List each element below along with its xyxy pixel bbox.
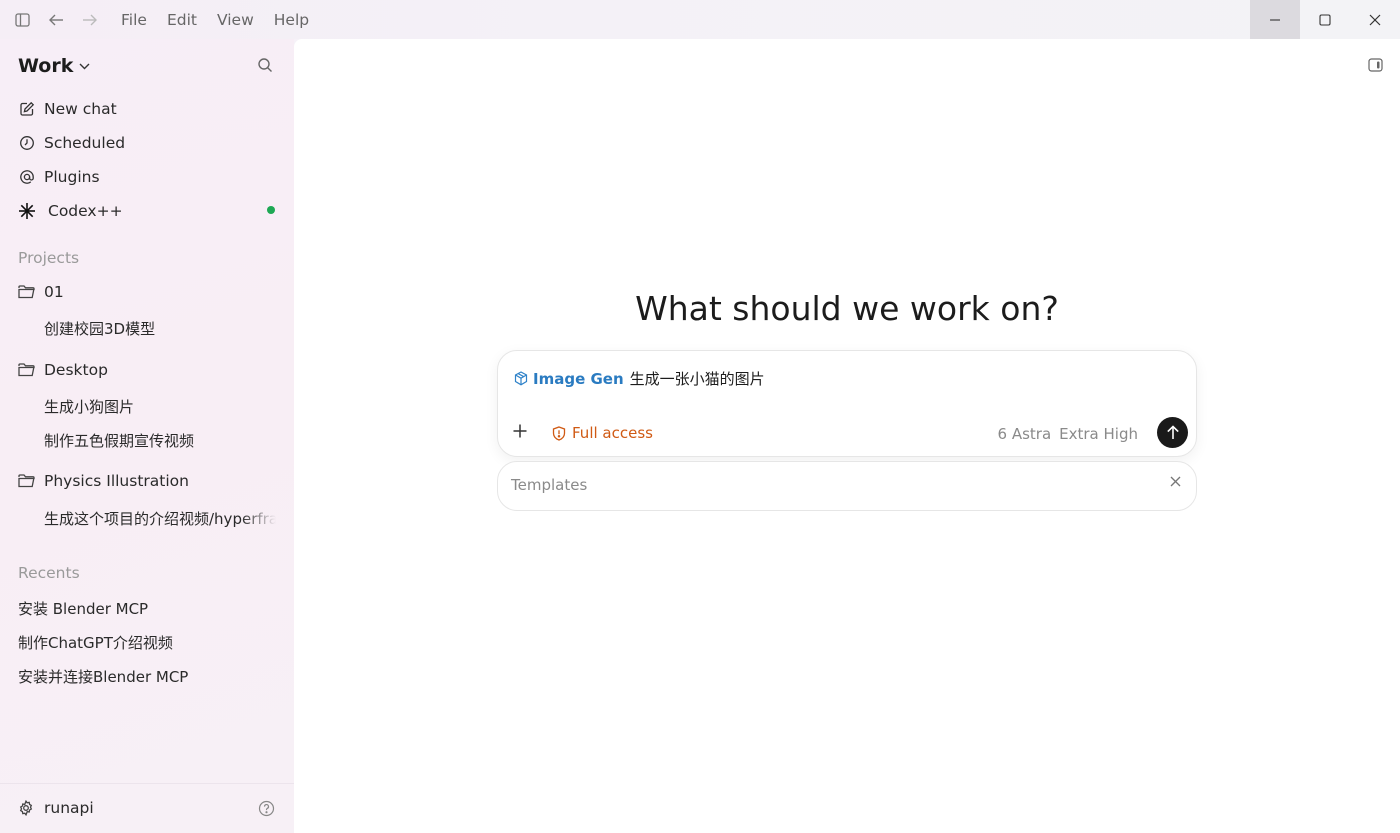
templates-label: Templates bbox=[511, 476, 588, 494]
project-name: Desktop bbox=[44, 361, 108, 379]
projects-label: Projects bbox=[18, 249, 80, 267]
project-thread[interactable]: 生成小狗图片 bbox=[44, 396, 276, 417]
sidebar-footer: runapi bbox=[0, 783, 294, 833]
reasoning-effort: Extra High bbox=[1059, 425, 1138, 443]
nav-label: Scheduled bbox=[44, 134, 126, 152]
composer[interactable]: Image Gen 生成一张小猫的图片 Full access 6 Astra E… bbox=[497, 350, 1197, 457]
menu-help[interactable]: Help bbox=[264, 0, 319, 39]
recent-thread[interactable]: 安装并连接Blender MCP bbox=[18, 666, 188, 687]
templates-bar[interactable]: Templates bbox=[497, 461, 1197, 511]
status-dot bbox=[267, 206, 275, 214]
close-icon[interactable] bbox=[1170, 476, 1181, 487]
project-name: 01 bbox=[44, 283, 64, 301]
project-name: Physics Illustration bbox=[44, 472, 189, 490]
workspace-name: Work bbox=[18, 55, 74, 77]
close-window-button[interactable] bbox=[1350, 0, 1400, 39]
side-panel-toggle-icon[interactable] bbox=[1368, 57, 1383, 76]
model-name: 6 Astra bbox=[997, 425, 1052, 443]
access-label: Full access bbox=[572, 424, 653, 442]
workspace-switcher[interactable]: Work bbox=[18, 55, 90, 77]
prompt-text: 生成一张小猫的图片 bbox=[629, 370, 765, 388]
page-title: What should we work on? bbox=[635, 289, 1059, 328]
settings-button[interactable]: runapi bbox=[18, 799, 94, 817]
title-bar: File Edit View Help bbox=[0, 0, 1400, 39]
project-folder[interactable]: 01 bbox=[18, 283, 64, 301]
nav-label: New chat bbox=[44, 100, 117, 118]
folder-icon bbox=[18, 474, 36, 488]
model-selector[interactable]: 6 Astra Extra High bbox=[998, 425, 1138, 443]
chevron-down-icon bbox=[79, 63, 90, 70]
folder-icon bbox=[18, 285, 36, 299]
project-thread[interactable]: 创建校园3D模型 bbox=[44, 318, 276, 339]
nav-scheduled[interactable]: Scheduled bbox=[18, 131, 125, 155]
help-icon[interactable] bbox=[258, 800, 275, 821]
prompt-input[interactable]: Image Gen 生成一张小猫的图片 bbox=[514, 368, 765, 389]
gear-icon bbox=[18, 800, 34, 816]
warning-shield-icon bbox=[552, 425, 566, 441]
nav-label: Plugins bbox=[44, 168, 100, 186]
back-arrow-icon[interactable] bbox=[39, 0, 73, 39]
main-panel: What should we work on? Image Gen 生成一张小猫… bbox=[294, 39, 1400, 833]
nav-plugins[interactable]: Plugins bbox=[18, 165, 100, 189]
menu-edit[interactable]: Edit bbox=[157, 0, 207, 39]
sidebar: Work New chat Scheduled Plugins Codex++ … bbox=[0, 39, 294, 833]
add-attachment-button[interactable] bbox=[512, 423, 528, 439]
sidebar-toggle-icon[interactable] bbox=[5, 0, 39, 39]
user-name: runapi bbox=[44, 799, 94, 817]
send-button[interactable] bbox=[1157, 417, 1188, 448]
menu-file[interactable]: File bbox=[111, 0, 157, 39]
at-icon bbox=[18, 168, 36, 186]
recent-thread[interactable]: 制作ChatGPT介绍视频 bbox=[18, 632, 173, 653]
recent-thread[interactable]: 安装 Blender MCP bbox=[18, 598, 148, 619]
search-icon[interactable] bbox=[257, 57, 273, 77]
menu-bar: File Edit View Help bbox=[111, 0, 319, 39]
access-mode-button[interactable]: Full access bbox=[552, 424, 653, 442]
edit-icon bbox=[18, 100, 36, 118]
clock-icon bbox=[18, 134, 36, 152]
maximize-button[interactable] bbox=[1300, 0, 1350, 39]
project-thread[interactable]: 制作五色假期宣传视频 bbox=[44, 430, 276, 451]
project-folder[interactable]: Desktop bbox=[18, 361, 108, 379]
cube-icon bbox=[514, 371, 528, 386]
menu-view[interactable]: View bbox=[207, 0, 264, 39]
arrow-up-icon bbox=[1166, 425, 1179, 439]
folder-icon bbox=[18, 363, 36, 377]
nav-new-chat[interactable]: New chat bbox=[18, 97, 117, 121]
nav-codex[interactable]: Codex++ bbox=[18, 199, 123, 223]
project-thread[interactable]: 生成这个项目的介绍视频/hyperframes bbox=[44, 508, 276, 529]
minimize-button[interactable] bbox=[1250, 0, 1300, 39]
recents-label: Recents bbox=[18, 564, 80, 582]
forward-arrow-icon[interactable] bbox=[73, 0, 107, 39]
tool-tag[interactable]: Image Gen bbox=[533, 370, 624, 388]
nav-label: Codex++ bbox=[48, 202, 123, 220]
project-folder[interactable]: Physics Illustration bbox=[18, 472, 189, 490]
window-controls bbox=[1250, 0, 1400, 39]
asterisk-icon bbox=[18, 202, 36, 220]
